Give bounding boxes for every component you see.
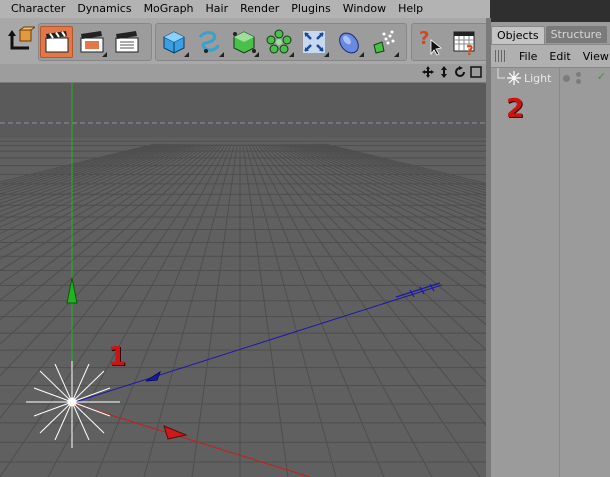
add-array-button[interactable] [262,26,295,58]
menu-mograph[interactable]: MoGraph [138,0,200,18]
grip-icon [495,50,507,62]
svg-text:?: ? [419,28,429,49]
add-environment-button[interactable] [332,26,365,58]
annotation-1: 1 [108,342,127,372]
render-settings-button[interactable] [110,26,143,58]
cube-icon [163,31,184,54]
nurbs-cube-icon [232,31,256,54]
menu-hair[interactable]: Hair [200,0,235,18]
light-object-icon [507,71,521,85]
annotation-2: 2 [506,94,525,124]
object-manager-menu: File Edit View [491,44,610,68]
clapboard-settings-icon [115,31,138,53]
spline-icon [198,31,219,53]
menu-view[interactable]: View [583,50,609,63]
column-divider [559,68,560,477]
editor-visibility-dot[interactable] [563,75,570,82]
list-item[interactable]: Light ✓ [491,68,610,88]
deformer-arrows-icon [302,31,325,53]
viewport-nav-icons [422,65,482,79]
object-list: Light ✓ 2 [491,68,610,477]
add-nurbs-button[interactable] [227,26,260,58]
menu-edit[interactable]: Edit [549,50,570,63]
add-spline-button[interactable] [192,26,225,58]
svg-text:?: ? [466,44,474,56]
menu-help[interactable]: Help [392,0,429,18]
menu-file[interactable]: File [519,50,537,63]
question-arrow-icon: ? [419,28,442,56]
main-menu-bar: Character Dynamics MoGraph Hair Render P… [0,0,490,19]
array-cluster-icon [266,29,291,54]
layer-dot[interactable] [576,79,581,84]
menu-render[interactable]: Render [234,0,285,18]
object-tool-group [155,23,407,61]
rotate-view-icon[interactable] [454,65,466,79]
enabled-check-icon[interactable]: ✓ [597,70,606,83]
menu-window[interactable]: Window [337,0,392,18]
object-name[interactable]: Light [524,72,551,85]
viewport[interactable]: 1 [0,64,486,477]
maximize-view-icon[interactable] [470,65,482,79]
menu-character[interactable]: Character [0,0,71,18]
help-tool-group: ? ? [411,23,492,61]
add-particle-button[interactable] [367,26,400,58]
main-toolbar: ? ? [0,18,492,65]
tree-line-icon [497,68,505,79]
floor-disc-icon [338,32,359,54]
render-region-button[interactable] [75,26,108,58]
move-view-icon[interactable] [422,65,434,79]
menu-dynamics[interactable]: Dynamics [71,0,137,18]
context-help-button[interactable]: ? [413,26,446,58]
render-view-button[interactable] [40,26,73,58]
clapboard-region-icon [80,31,103,53]
add-cube-button[interactable] [157,26,190,58]
tab-structure[interactable]: Structure [545,26,607,43]
render-tool-group [38,23,152,61]
calendar-question-icon: ? [453,31,474,56]
viewport-header [0,64,486,83]
render-visibility-dot[interactable] [576,72,581,77]
coordinate-axis-icon [7,26,35,50]
tab-objects[interactable]: Objects [491,26,545,44]
menu-plugins[interactable]: Plugins [285,0,336,18]
object-manager: Objects Structure File Edit View Light ✓… [491,22,610,477]
object-manager-tabs: Objects Structure [491,26,607,44]
clapboard-icon [45,31,68,53]
particle-emitter-icon [372,30,394,54]
help-index-button[interactable]: ? [448,26,481,58]
zoom-view-icon[interactable] [438,65,450,79]
add-deformer-button[interactable] [297,26,330,58]
viewport-scene[interactable] [0,83,486,477]
coordinate-system-button[interactable] [3,25,36,57]
